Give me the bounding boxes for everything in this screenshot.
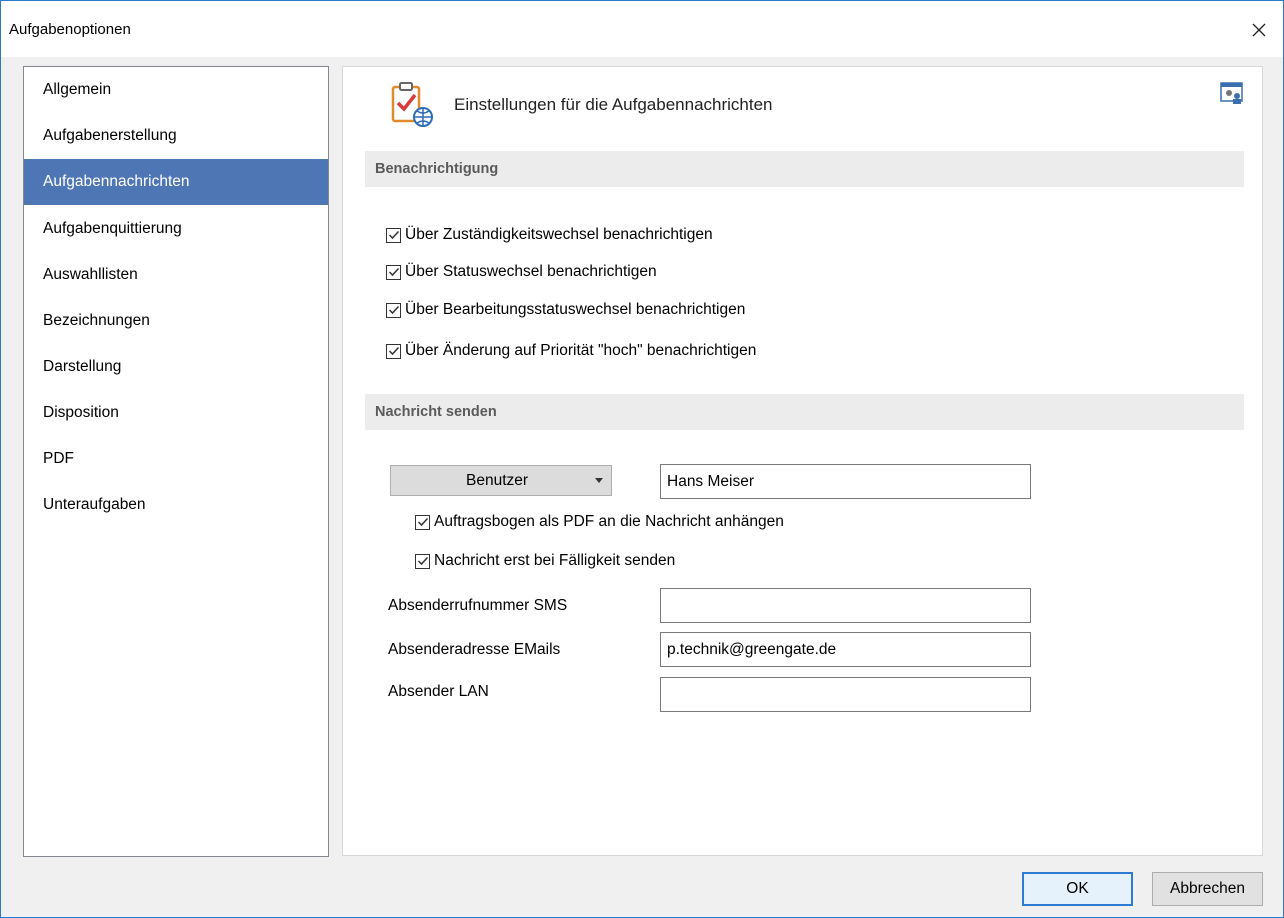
checkbox-box[interactable]	[386, 343, 401, 359]
close-icon	[1252, 23, 1266, 37]
ok-button[interactable]: OK	[1022, 872, 1133, 906]
email-sender-label: Absenderadresse EMails	[388, 641, 561, 658]
settings-panel: Einstellungen für die Aufgabennachrichte…	[342, 66, 1263, 856]
checkbox-attach-pdf[interactable]: Auftragsbogen als PDF an die Nachricht a…	[415, 511, 784, 533]
recipient-type-dropdown[interactable]: Benutzer	[390, 465, 612, 496]
checkbox-box[interactable]	[415, 553, 430, 569]
checkbox-priority-high[interactable]: Über Änderung auf Priorität "hoch" benac…	[386, 340, 756, 362]
checkbox-box[interactable]	[386, 227, 401, 243]
sidebar-item-aufgabenquittierung[interactable]: Aufgabenquittierung	[24, 206, 328, 252]
checkbox-send-on-due[interactable]: Nachricht erst bei Fälligkeit senden	[415, 550, 675, 572]
sidebar-item-auswahllisten[interactable]: Auswahllisten	[24, 252, 328, 298]
checkmark-icon	[388, 230, 399, 240]
dropdown-label: Benutzer	[466, 472, 529, 489]
checkbox-processing-status-change[interactable]: Über Bearbeitungsstatuswechsel benachric…	[386, 299, 745, 321]
checkmark-icon	[417, 556, 428, 566]
lan-sender-label: Absender LAN	[388, 683, 489, 700]
checkbox-box[interactable]	[386, 264, 401, 280]
sms-sender-input[interactable]	[660, 588, 1031, 623]
section-header-send-message: Nachricht senden	[365, 394, 1244, 430]
user-settings-icon[interactable]	[1220, 81, 1244, 105]
checkbox-label: Über Zuständigkeitswechsel benachrichtig…	[405, 226, 713, 243]
checkmark-icon	[388, 305, 399, 315]
task-message-icon	[391, 82, 433, 127]
sidebar-item-darstellung[interactable]: Darstellung	[24, 344, 328, 390]
checkmark-icon	[417, 517, 428, 527]
sidebar-item-disposition[interactable]: Disposition	[24, 390, 328, 436]
cancel-button[interactable]: Abbrechen	[1152, 872, 1263, 906]
window-title: Aufgabenoptionen	[9, 21, 131, 38]
checkbox-label: Über Statuswechsel benachrichtigen	[405, 263, 657, 280]
sms-sender-label: Absenderrufnummer SMS	[388, 597, 568, 614]
page-title: Einstellungen für die Aufgabennachrichte…	[454, 95, 773, 114]
checkbox-box[interactable]	[415, 514, 430, 530]
checkbox-label: Nachricht erst bei Fälligkeit senden	[434, 552, 676, 569]
chevron-down-icon	[595, 478, 603, 483]
title-bar: Aufgabenoptionen	[1, 1, 1283, 57]
checkmark-icon	[388, 346, 399, 356]
checkbox-status-change[interactable]: Über Statuswechsel benachrichtigen	[386, 261, 657, 283]
sidebar-item-allgemein[interactable]: Allgemein	[24, 67, 328, 113]
checkbox-responsibility-change[interactable]: Über Zuständigkeitswechsel benachrichtig…	[386, 224, 713, 246]
sidebar-item-aufgabennachrichten[interactable]: Aufgabennachrichten	[24, 159, 328, 205]
sidebar-item-pdf[interactable]: PDF	[24, 436, 328, 482]
email-sender-input[interactable]	[660, 632, 1031, 667]
section-header-notification: Benachrichtigung	[365, 151, 1244, 187]
options-dialog: Aufgabenoptionen Allgemein Aufgabenerste…	[0, 0, 1284, 918]
category-list: Allgemein Aufgabenerstellung Aufgabennac…	[23, 66, 329, 857]
sidebar-item-unteraufgaben[interactable]: Unteraufgaben	[24, 482, 328, 528]
recipient-input[interactable]	[660, 464, 1031, 499]
checkbox-label: Auftragsbogen als PDF an die Nachricht a…	[434, 513, 784, 530]
sidebar-item-bezeichnungen[interactable]: Bezeichnungen	[24, 298, 328, 344]
checkmark-icon	[388, 267, 399, 277]
checkbox-box[interactable]	[386, 302, 401, 318]
checkbox-label: Über Bearbeitungsstatuswechsel benachric…	[405, 301, 746, 318]
close-button[interactable]	[1241, 13, 1277, 47]
lan-sender-input[interactable]	[660, 677, 1031, 712]
sidebar-item-aufgabenerstellung[interactable]: Aufgabenerstellung	[24, 113, 328, 159]
checkbox-label: Über Änderung auf Priorität "hoch" benac…	[405, 342, 757, 359]
